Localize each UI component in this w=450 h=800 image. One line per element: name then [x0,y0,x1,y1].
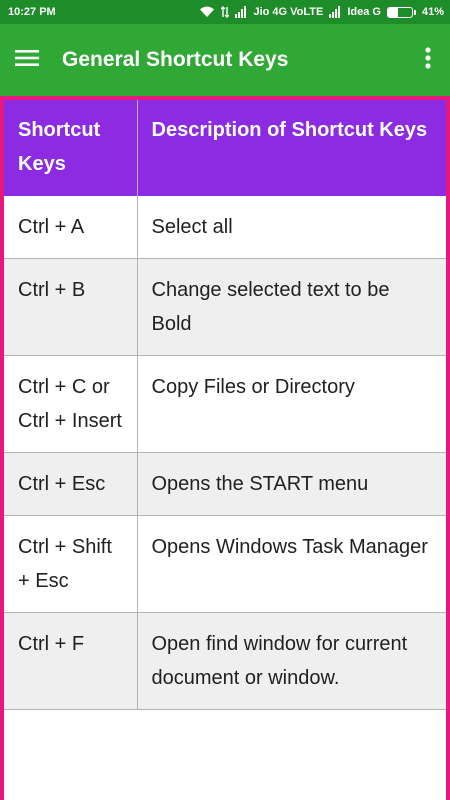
battery-percent: 41% [421,6,444,18]
overflow-menu-button[interactable] [406,24,450,96]
app-bar: General Shortcut Keys [0,24,450,96]
table-row: Ctrl + Shift + Esc Opens Windows Task Ma… [4,515,446,613]
table-row: Ctrl + F Open find window for current do… [4,612,446,710]
page-title: General Shortcut Keys [62,48,289,71]
shortcut-table-frame: Shortcut Keys Description of Shortcut Ke… [0,96,450,800]
more-vert-icon [425,46,431,74]
carrier-2-label: Idea G [347,6,381,18]
table-row: Ctrl + C or Ctrl + Insert Copy Files or … [4,355,446,453]
column-header-keys: Shortcut Keys [4,100,138,196]
table-header-row: Shortcut Keys Description of Shortcut Ke… [4,100,446,196]
table-row: Ctrl + Esc Opens the START menu [4,452,446,516]
cell-shortcut-keys: Ctrl + Shift + Esc [4,515,138,613]
cell-description: Opens Windows Task Manager [137,515,446,613]
menu-button[interactable] [2,24,52,96]
column-header-description: Description of Shortcut Keys [137,100,446,196]
shortcut-table: Shortcut Keys Description of Shortcut Ke… [4,100,446,710]
carrier-1-label: Jio 4G VoLTE [253,6,324,18]
status-time: 10:27 PM [8,6,56,18]
cell-description: Change selected text to be Bold [137,258,446,356]
signal-icon [235,6,247,18]
cell-description: Select all [137,196,446,259]
battery-icon [386,6,416,18]
cell-shortcut-keys: Ctrl + F [4,612,138,710]
table-row: Ctrl + B Change selected text to be Bold [4,258,446,356]
cell-shortcut-keys: Ctrl + B [4,258,138,356]
table-row: Ctrl + A Select all [4,196,446,259]
status-bar: 10:27 PM Jio 4G VoLTE Idea G 41% [0,0,450,24]
cell-shortcut-keys: Ctrl + C or Ctrl + Insert [4,355,138,453]
cell-shortcut-keys: Ctrl + Esc [4,452,138,516]
signal-icon-2 [329,6,341,18]
wifi-icon [199,6,215,18]
hamburger-menu-icon [15,49,39,72]
battery-level-fill [387,7,398,17]
cell-description: Open find window for current document or… [137,612,446,710]
cell-shortcut-keys: Ctrl + A [4,196,138,259]
cell-description: Copy Files or Directory [137,355,446,453]
data-transfer-icon [221,6,230,18]
cell-description: Opens the START menu [137,452,446,516]
